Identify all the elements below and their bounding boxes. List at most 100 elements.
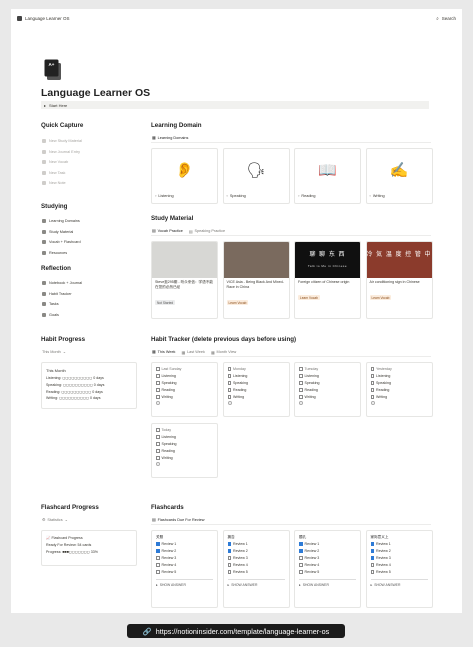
habit-day-card[interactable]: Last Sunday Listening Speaking Reading Writi… bbox=[151, 362, 218, 417]
review-checkbox[interactable] bbox=[227, 570, 231, 574]
tab-this-month[interactable]: This Month ⌄ bbox=[42, 349, 66, 356]
habit-checkbox[interactable] bbox=[299, 395, 303, 399]
tab-label: Flashcards Due For Review bbox=[157, 517, 205, 522]
review-checkbox[interactable] bbox=[227, 556, 231, 560]
sidebar-item-vocab-flashcard[interactable]: Vocab + Flashcard bbox=[42, 240, 81, 244]
review-checkbox[interactable] bbox=[156, 556, 160, 560]
habit-label: Speaking bbox=[376, 381, 391, 385]
review-checkbox[interactable] bbox=[156, 549, 160, 553]
day-checkbox[interactable] bbox=[227, 367, 231, 371]
review-checkbox[interactable] bbox=[370, 549, 374, 553]
habit-checkbox[interactable] bbox=[227, 395, 231, 399]
day-checkbox[interactable] bbox=[299, 367, 303, 371]
sidebar-item-label: New Study Material bbox=[49, 139, 82, 143]
habit-day-card[interactable]: Yesterday Listening Speaking Reading Writing bbox=[365, 362, 433, 417]
habit-day-card[interactable]: Today Listening Speaking Reading Writing bbox=[151, 423, 218, 478]
habit-day-card[interactable]: Tuesday Listening Speaking Reading Writing bbox=[294, 362, 361, 417]
flashcard-progress-card[interactable]: 📈 Flashcard Progress Ready For Review: 5… bbox=[41, 530, 137, 566]
tab-label: Last Week bbox=[187, 350, 205, 354]
sidebar-item-new-task[interactable]: New Task bbox=[42, 170, 65, 175]
review-checkbox[interactable] bbox=[156, 570, 160, 574]
habit-row: Reading bbox=[227, 387, 285, 394]
habit-checkbox[interactable] bbox=[299, 388, 303, 392]
study-material-card[interactable]: 冷 気 温 度 控 管 中 Air conditioning sign in Ch… bbox=[365, 241, 433, 319]
habit-checkbox[interactable] bbox=[156, 435, 160, 439]
habit-checkbox[interactable] bbox=[227, 388, 231, 392]
habit-checkbox[interactable] bbox=[156, 381, 160, 385]
show-answer-toggle[interactable]: ▸ SHOW ANSWER bbox=[370, 579, 428, 589]
review-checkbox[interactable] bbox=[299, 563, 303, 567]
habit-checkbox[interactable] bbox=[227, 374, 231, 378]
habit-checkbox[interactable] bbox=[156, 374, 160, 378]
habit-checkbox[interactable] bbox=[156, 442, 160, 446]
review-checkbox[interactable] bbox=[227, 542, 231, 546]
domain-card-speaking[interactable]: 🗣 ▫ Speaking bbox=[222, 148, 290, 204]
habit-progress-card[interactable]: This Month Listening: ◻◻◻◻◻◻◻◻◻◻ 0 days … bbox=[41, 362, 137, 409]
sidebar-item-new-journal-entry[interactable]: New Journal Entry bbox=[42, 149, 80, 154]
start-here-toggle[interactable]: ▸ Start Here bbox=[41, 101, 429, 109]
habit-day-title: Yesterday bbox=[370, 366, 428, 373]
study-material-card[interactable]: VICE Asia - Being Black And Mixed-Race i… bbox=[222, 241, 290, 319]
breadcrumb[interactable]: Language Learner OS bbox=[17, 15, 70, 21]
habit-checkbox[interactable] bbox=[156, 388, 160, 392]
habit-checkbox[interactable] bbox=[370, 374, 374, 378]
review-checkbox[interactable] bbox=[370, 570, 374, 574]
study-material-card[interactable]: Steve逛295期 - 听众来信：学语不能在您的必然已经 Not Started bbox=[151, 241, 218, 319]
tab-statistics[interactable]: ⚙ Statistics ⌄ bbox=[42, 517, 68, 524]
review-checkbox[interactable] bbox=[227, 549, 231, 553]
review-checkbox[interactable] bbox=[156, 563, 160, 567]
search-button[interactable]: ⌕ Search bbox=[436, 16, 456, 21]
review-checkbox[interactable] bbox=[370, 556, 374, 560]
review-checkbox[interactable] bbox=[299, 542, 303, 546]
habit-checkbox[interactable] bbox=[156, 456, 160, 460]
show-answer-toggle[interactable]: ▸ SHOW ANSWER bbox=[227, 579, 285, 589]
domain-card-label: ▫ Writing bbox=[367, 191, 432, 201]
review-checkbox[interactable] bbox=[227, 563, 231, 567]
habit-day-card[interactable]: Monday Listening Speaking Reading Writing bbox=[222, 362, 290, 417]
sidebar-item-new-study-material[interactable]: New Study Material bbox=[42, 139, 82, 143]
habit-checkbox[interactable] bbox=[299, 381, 303, 385]
habit-checkbox[interactable] bbox=[156, 395, 160, 399]
domain-card-writing[interactable]: ✍ ▫ Writing bbox=[365, 148, 433, 204]
study-material-title: Air conditioning sign in Chinese bbox=[369, 280, 420, 284]
flashcard-card[interactable]: 拥告 Review 1 Review 2 Review 3 Review 4 Review… bbox=[222, 530, 290, 608]
show-answer-toggle[interactable]: ▸ SHOW ANSWER bbox=[156, 579, 213, 589]
flashcard-card[interactable]: 题孔 Review 1 Review 2 Review 3 Review 4 Review… bbox=[294, 530, 361, 608]
sidebar-item-goals[interactable]: Goals bbox=[42, 312, 59, 317]
habit-row: Reading bbox=[156, 387, 213, 394]
habit-checkbox[interactable] bbox=[370, 388, 374, 392]
sidebar-item-tasks[interactable]: Tasks bbox=[42, 302, 59, 306]
domain-card-listening[interactable]: 👂 ▫ Listening bbox=[151, 148, 218, 204]
sidebar-item-resources[interactable]: Resources bbox=[42, 250, 67, 255]
habit-checkbox[interactable] bbox=[227, 381, 231, 385]
study-material-card[interactable]: 聊 聊 东 西 Talk to Me in Chinese Foreign citi… bbox=[294, 241, 361, 319]
review-checkbox[interactable] bbox=[370, 563, 374, 567]
show-answer-toggle[interactable]: ▸ SHOW ANSWER bbox=[299, 579, 356, 589]
page-link-icon bbox=[42, 281, 46, 285]
domain-card-reading[interactable]: 📖 ▫ Reading bbox=[294, 148, 361, 204]
habit-checkbox[interactable] bbox=[299, 374, 303, 378]
flashcard-card[interactable]: 家际意义上 Review 1 Review 2 Review 3 Review 4 Rev… bbox=[365, 530, 433, 608]
flashcard-card[interactable]: 关照 Review 1 Review 2 Review 3 Review 4 Review… bbox=[151, 530, 218, 608]
review-checkbox[interactable] bbox=[299, 549, 303, 553]
sidebar-item-new-vocab[interactable]: New Vocab bbox=[42, 160, 68, 164]
day-checkbox[interactable] bbox=[156, 428, 160, 432]
review-checkbox[interactable] bbox=[156, 542, 160, 546]
source-url-pill[interactable]: 🔗 https://notioninsider.com/template/lan… bbox=[127, 624, 345, 638]
sidebar-item-new-note[interactable]: New Note bbox=[42, 181, 66, 185]
sidebar-item-habit-tracker[interactable]: Habit Tracker bbox=[42, 291, 72, 296]
domain-card-label: ▫ Speaking bbox=[224, 191, 289, 201]
habit-checkbox[interactable] bbox=[370, 381, 374, 385]
review-checkbox[interactable] bbox=[299, 570, 303, 574]
sidebar-item-notebook-journal[interactable]: Notebook + Journal bbox=[42, 281, 82, 285]
sidebar-item-study-material[interactable]: Study Material bbox=[42, 229, 73, 234]
day-checkbox[interactable] bbox=[156, 367, 160, 371]
day-checkbox[interactable] bbox=[370, 367, 374, 371]
review-label: Review 2 bbox=[376, 549, 391, 553]
review-label: Review 4 bbox=[304, 563, 320, 567]
habit-checkbox[interactable] bbox=[370, 395, 374, 399]
review-checkbox[interactable] bbox=[370, 542, 374, 546]
review-checkbox[interactable] bbox=[299, 556, 303, 560]
sidebar-item-learning-domains[interactable]: Learning Domains bbox=[42, 219, 80, 223]
habit-checkbox[interactable] bbox=[156, 449, 160, 453]
